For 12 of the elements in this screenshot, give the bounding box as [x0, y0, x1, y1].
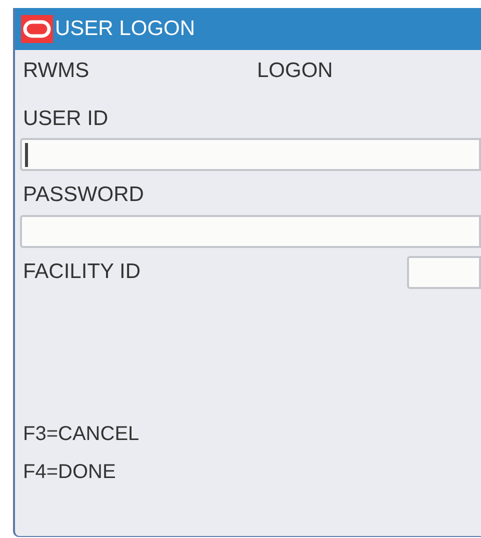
key-hint: F3=CANCEL	[23, 422, 140, 446]
input-field[interactable]	[20, 138, 481, 171]
input-field[interactable]	[20, 214, 481, 248]
field-label: FACILITY ID	[22, 259, 140, 286]
app-name: RWMS	[23, 58, 90, 84]
logo-icon	[21, 15, 53, 43]
screen-name: LOGON	[257, 58, 333, 84]
field-label: USER ID	[22, 106, 110, 132]
key-hint: F4=DONE	[23, 460, 117, 484]
input-field[interactable]	[407, 256, 481, 288]
window-title: USER LOGON	[55, 16, 196, 42]
field-label: PASSWORD	[22, 182, 145, 208]
